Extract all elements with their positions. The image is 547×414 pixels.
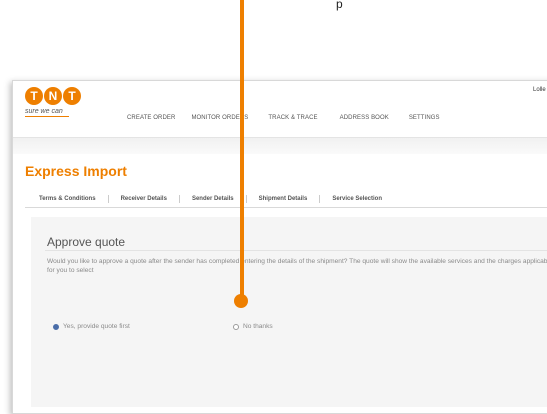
tab-receiver-details[interactable]: Receiver Details — [121, 196, 167, 202]
tab-separator — [245, 195, 247, 203]
panel-title: Approve quote — [47, 235, 126, 249]
header-divider — [13, 137, 547, 154]
radio-yes[interactable] — [53, 323, 59, 330]
tab-service-selection[interactable]: Service Selection — [332, 196, 382, 202]
tab-shipment-details[interactable]: Shipment Details — [259, 196, 308, 202]
page-title: Express Import — [25, 163, 127, 179]
tabs-divider — [25, 207, 547, 208]
panel-divider — [45, 250, 547, 251]
panel-description: Would you like to approve a quote after … — [47, 258, 547, 274]
nav-create-order[interactable]: CREATE ORDER — [127, 115, 175, 121]
overlay-hint-text: p — [336, 0, 343, 11]
nav-track-trace[interactable]: TRACK & TRACE — [268, 115, 317, 121]
tab-separator — [178, 195, 180, 203]
approve-quote-panel: Approve quote Would you like to approve … — [31, 217, 547, 407]
radio-no[interactable] — [233, 323, 239, 330]
pointer-dot — [234, 294, 248, 308]
logo-letter: T — [63, 87, 81, 105]
pointer-line — [240, 0, 244, 298]
logo-tagline: sure we can — [25, 108, 69, 117]
tnt-logo[interactable]: T N T sure we can — [25, 87, 87, 123]
tab-sender-details[interactable]: Sender Details — [192, 196, 234, 202]
option-yes-quote-first[interactable]: Yes, provide quote first — [53, 323, 130, 330]
step-tabs: Terms & Conditions Receiver Details Send… — [39, 195, 382, 203]
tab-separator — [107, 195, 109, 203]
user-link[interactable]: Lolle — [533, 87, 546, 93]
option-no-label: No thanks — [243, 323, 273, 330]
logo-letter: N — [44, 87, 62, 105]
top-header: T N T sure we can CREATE ORDER MONITOR O… — [13, 81, 547, 131]
nav-address-book[interactable]: ADDRESS BOOK — [340, 115, 389, 121]
nav-settings[interactable]: SETTINGS — [409, 115, 440, 121]
main-nav: CREATE ORDER MONITOR ORDERS TRACK & TRAC… — [127, 115, 460, 121]
tab-separator — [319, 195, 321, 203]
logo-letter: T — [25, 87, 43, 105]
app-window: T N T sure we can CREATE ORDER MONITOR O… — [12, 80, 547, 414]
logo-mark: T N T — [25, 87, 87, 105]
option-no-thanks[interactable]: No thanks — [233, 323, 273, 330]
option-yes-label: Yes, provide quote first — [63, 323, 130, 330]
tab-terms-conditions[interactable]: Terms & Conditions — [39, 196, 96, 202]
